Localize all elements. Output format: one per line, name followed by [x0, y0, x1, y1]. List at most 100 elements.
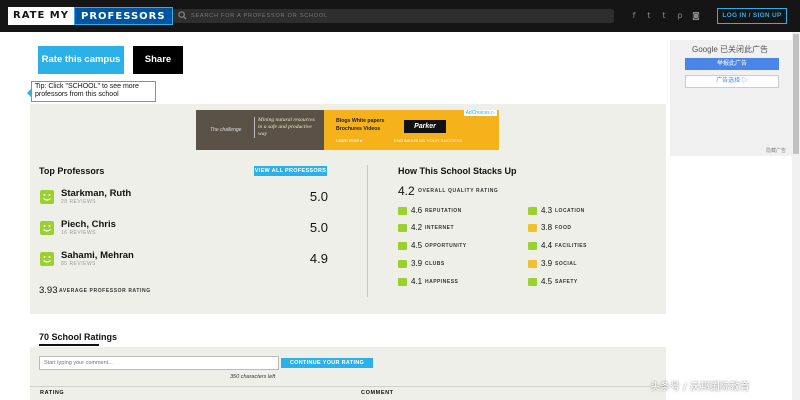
category-facilities: 4.4 FACILITIES: [528, 240, 638, 252]
top-navbar: RATE MY PROFESSORS f t t p ◙ LOG IN / SI…: [0, 0, 800, 32]
category-value: 4.5: [411, 241, 423, 250]
professor-score: 4.9: [309, 251, 328, 266]
smiley-face-icon: [40, 190, 54, 204]
category-value: 3.9: [541, 259, 553, 268]
professor-reviews: 28 REVIEWS: [61, 199, 97, 205]
banner-learn-more[interactable]: Learn more ▸: [336, 138, 363, 144]
banner-ad-left: The challenge Mining natural resources i…: [196, 110, 324, 150]
title-underline: [39, 344, 99, 346]
page-scrollbar[interactable]: [792, 32, 800, 400]
rate-campus-button[interactable]: Rate this campus: [38, 46, 124, 74]
category-value: 4.2: [411, 223, 423, 232]
ad-closed-text: Google 已关闭此广告: [692, 45, 769, 54]
category-value: 3.9: [411, 259, 423, 268]
professor-reviews: 16 REVIEWS: [61, 230, 97, 236]
view-all-professors-button[interactable]: VIEW ALL PROFESSORS: [254, 166, 327, 176]
category-label: FACILITIES: [555, 243, 587, 249]
ratings-panel: [30, 347, 666, 400]
school-ratings-title: 70 School Ratings: [39, 332, 118, 342]
category-clubs: 3.9 CLUBS: [398, 258, 508, 270]
category-label: HAPPINESS: [425, 279, 459, 285]
category-social: 3.9 SOCIAL: [528, 258, 638, 270]
category-value: 3.8: [541, 223, 553, 232]
rating-badge-icon: [528, 242, 537, 250]
hide-ad-tag[interactable]: 隐藏广告: [766, 147, 786, 154]
category-safety: 4.5 SAFETY: [528, 276, 638, 288]
site-logo[interactable]: RATE MY PROFESSORS: [8, 7, 173, 25]
professor-score: 5.0: [309, 189, 328, 204]
category-label: CLUBS: [425, 261, 445, 267]
banner-topics: Blogs White papers Brochures Videos: [336, 118, 385, 132]
overall-quality-label: OVERALL QUALITY RATING: [418, 188, 499, 194]
category-opportunity: 4.5 OPPORTUNITY: [398, 240, 508, 252]
professor-row[interactable]: Piech, Chris 16 REVIEWS 5.0: [38, 218, 328, 240]
rating-badge-icon: [398, 260, 407, 268]
rating-badge-icon: [398, 207, 407, 215]
side-ad-panel: Google 已关闭此广告 举报此广告 广告选择 ▷ 隐藏广告: [670, 40, 792, 156]
column-divider: [30, 386, 666, 387]
share-button[interactable]: Share: [133, 46, 183, 74]
tumblr-icon[interactable]: t: [659, 11, 669, 21]
logo-rate-my: RATE MY: [8, 7, 74, 25]
professor-name[interactable]: Starkman, Ruth: [61, 188, 131, 199]
column-header-comment: COMMENT: [361, 390, 394, 396]
category-label: INTERNET: [425, 225, 454, 231]
search-bar[interactable]: [173, 9, 614, 23]
professor-row[interactable]: Sahami, Mehran 85 REVIEWS 4.9: [38, 249, 328, 271]
category-label: SOCIAL: [555, 261, 577, 267]
category-reputation: 4.6 REPUTATION: [398, 205, 508, 217]
smiley-face-icon: [40, 252, 54, 266]
overall-quality-value: 4.2: [398, 184, 415, 198]
professor-name[interactable]: Sahami, Mehran: [61, 250, 134, 261]
rating-badge-icon: [398, 242, 407, 250]
rating-badge-icon: [528, 260, 537, 268]
smiley-face-icon: [40, 221, 54, 235]
search-icon: [178, 11, 187, 20]
average-rating-label: AVERAGE PROFESSOR RATING: [59, 288, 151, 294]
rating-badge-icon: [528, 224, 537, 232]
logo-professors: PROFESSORS: [74, 7, 173, 25]
characters-left: 350 characters left: [230, 374, 276, 380]
search-input[interactable]: [191, 9, 606, 23]
rating-badge-icon: [398, 278, 407, 286]
category-value: 4.3: [541, 206, 553, 215]
parker-logo: Parker: [404, 120, 446, 133]
professor-score: 5.0: [309, 220, 328, 235]
category-value: 4.5: [541, 277, 553, 286]
scrollbar-thumb[interactable]: [793, 34, 799, 154]
category-happiness: 4.1 HAPPINESS: [398, 276, 508, 288]
school-stats-title: How This School Stacks Up: [398, 166, 517, 176]
rating-badge-icon: [398, 224, 407, 232]
top-professors-title: Top Professors: [39, 166, 105, 176]
pinterest-icon[interactable]: p: [675, 11, 685, 21]
panel-divider: [367, 165, 368, 297]
category-internet: 4.2 INTERNET: [398, 222, 508, 234]
professor-row[interactable]: Starkman, Ruth 28 REVIEWS 5.0: [38, 187, 328, 209]
instagram-icon[interactable]: ◙: [691, 11, 701, 21]
category-value: 4.6: [411, 206, 423, 215]
category-label: FOOD: [555, 225, 572, 231]
facebook-icon[interactable]: f: [629, 11, 639, 21]
category-location: 4.3 LOCATION: [528, 205, 638, 217]
category-label: OPPORTUNITY: [425, 243, 467, 249]
category-food: 3.8 FOOD: [528, 222, 638, 234]
average-rating-value: 3.93: [39, 285, 58, 296]
ad-choices-button[interactable]: 广告选择 ▷: [685, 75, 779, 88]
comment-input[interactable]: [39, 356, 279, 370]
watermark: 头条号 / 沃邦国际教育: [650, 382, 750, 393]
banner-ad-right: Blogs White papers Brochures Videos Lear…: [324, 110, 499, 150]
banner-message: Mining natural resources in a safe and p…: [254, 117, 316, 138]
report-ad-button[interactable]: 举报此广告: [685, 58, 779, 70]
professor-name[interactable]: Piech, Chris: [61, 219, 116, 230]
adchoices-link[interactable]: AdChoices ▷: [463, 110, 497, 116]
banner-challenge: The challenge: [210, 127, 242, 133]
category-value: 4.4: [541, 241, 553, 250]
rating-badge-icon: [528, 207, 537, 215]
professor-reviews: 85 REVIEWS: [61, 261, 97, 267]
login-signup-button[interactable]: LOG IN / SIGN UP: [717, 8, 787, 24]
rating-badge-icon: [528, 278, 537, 286]
category-label: REPUTATION: [425, 208, 462, 214]
banner-ad[interactable]: The challenge Mining natural resources i…: [196, 110, 499, 150]
continue-rating-button[interactable]: CONTINUE YOUR RATING: [281, 358, 373, 368]
twitter-icon[interactable]: t: [644, 11, 654, 21]
